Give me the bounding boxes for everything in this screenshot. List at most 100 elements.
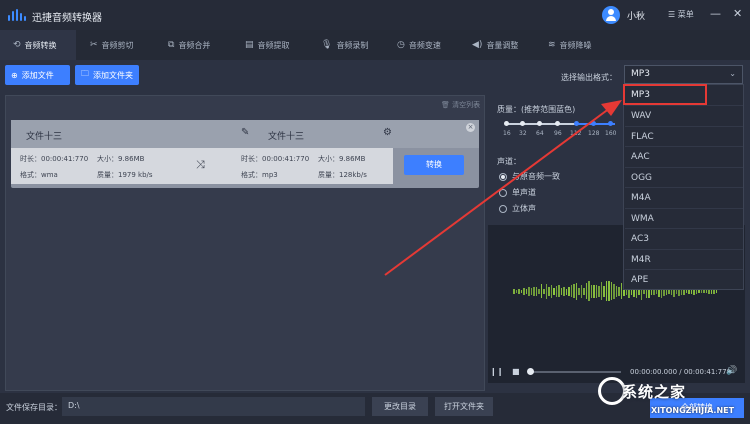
- tab-audio-merge[interactable]: ⧉ 音频合并: [168, 30, 210, 60]
- save-dir-label: 文件保存目录：: [6, 403, 62, 412]
- waveform-bar: [545, 283, 547, 299]
- format-option-ac3[interactable]: AC3: [631, 234, 649, 244]
- target-format: 格式：mp3: [241, 171, 278, 179]
- progress-knob[interactable]: [527, 368, 534, 375]
- save-dir-input[interactable]: D:\: [62, 397, 365, 416]
- waveform-bar: [515, 290, 517, 294]
- quality-tick[interactable]: [574, 121, 579, 126]
- format-option-wma[interactable]: WMA: [631, 214, 654, 224]
- waveform-bar: [570, 285, 572, 298]
- tab-audio-cut[interactable]: ✂ 音频剪切: [90, 30, 134, 60]
- progress-bar[interactable]: [531, 371, 621, 373]
- user-avatar-icon[interactable]: [602, 6, 620, 24]
- format-option-m4r[interactable]: M4R: [631, 255, 651, 265]
- format-option-aac[interactable]: AAC: [631, 152, 650, 162]
- quality-tick-label: 64: [536, 130, 544, 137]
- tab-label: 音频变速: [408, 40, 441, 50]
- stop-button[interactable]: ■: [512, 367, 520, 376]
- waveform-bar: [583, 288, 585, 295]
- format-dropdown: MP3 WAV FLAC AAC OGG M4A WMA AC3 M4R APE: [623, 84, 744, 290]
- channel-option-stereo[interactable]: 立体声: [499, 203, 536, 214]
- target-file-name: 文件十三: [268, 132, 305, 142]
- nav-bar: ⟲ 音频转换 ✂ 音频剪切 ⧉ 音频合并 ▤ 音频提取 🎙 音频录制 ◷ 音频变速 ◀) 音量…: [0, 30, 750, 60]
- gear-icon[interactable]: ⚙: [383, 127, 392, 138]
- minimize-button[interactable]: —: [710, 7, 721, 21]
- clear-list-label: 清空列表: [452, 101, 481, 109]
- format-option-flac[interactable]: FLAC: [631, 132, 654, 142]
- change-dir-button[interactable]: 更改目录: [372, 397, 428, 416]
- tab-label: 音频剪切: [101, 40, 134, 50]
- merge-icon: ⧉: [168, 40, 175, 50]
- waveform-bar: [588, 280, 590, 302]
- waveform-bar: [560, 288, 562, 296]
- dropdown-divider: [625, 228, 743, 229]
- waveform-bar: [605, 281, 607, 301]
- target-size: 大小：9.86MB: [318, 155, 366, 163]
- tab-label: 音频合并: [178, 40, 211, 50]
- source-quality: 质量：1979 kb/s: [97, 171, 153, 179]
- waveform-bar: [543, 289, 545, 295]
- waveform-bar: [573, 284, 575, 299]
- highlight-box: [623, 84, 707, 105]
- pause-button[interactable]: ❙❙: [490, 367, 503, 376]
- waveform-bar: [685, 290, 687, 294]
- tab-audio-record[interactable]: 🎙 音频录制: [321, 30, 368, 60]
- waveform-bar: [595, 284, 597, 298]
- quality-tick-label: 32: [519, 130, 527, 137]
- tab-audio-convert[interactable]: ⟲ 音频转换: [0, 30, 76, 60]
- waveform-bar: [600, 282, 602, 301]
- tab-audio-extract[interactable]: ▤ 音频提取: [245, 30, 290, 60]
- format-option-ogg[interactable]: OGG: [631, 173, 652, 183]
- dropdown-divider: [625, 269, 743, 270]
- waveform-bar: [578, 287, 580, 296]
- waveform-bar: [563, 286, 565, 297]
- dropdown-divider: [625, 208, 743, 209]
- quality-tick[interactable]: [504, 121, 509, 126]
- radio-checked-icon: [499, 172, 507, 181]
- format-select[interactable]: MP3 ⌄: [624, 65, 743, 84]
- noise-icon: ≋: [548, 40, 556, 50]
- add-folder-button[interactable]: 🗀 添加文件夹: [75, 65, 139, 85]
- close-icon[interactable]: ×: [466, 123, 475, 132]
- tab-label: 音频降噪: [559, 40, 592, 50]
- edit-icon[interactable]: ✎: [241, 127, 249, 138]
- tab-label: 音量调整: [486, 40, 519, 50]
- tab-volume-adjust[interactable]: ◀) 音量调整: [472, 30, 518, 60]
- clear-list-button[interactable]: 🗑 清空列表: [441, 100, 480, 110]
- waveform-bar: [513, 289, 515, 295]
- waveform-bar: [533, 286, 535, 297]
- close-button[interactable]: ✕: [733, 7, 742, 21]
- waveform-bar: [580, 285, 582, 298]
- convert-button[interactable]: 转换: [404, 155, 464, 175]
- tab-audio-speed[interactable]: ◷ 音频变速: [397, 30, 441, 60]
- waveform-bar: [575, 282, 577, 300]
- waveform-bar: [690, 289, 692, 294]
- quality-tick[interactable]: [537, 121, 542, 126]
- quality-tick[interactable]: [555, 121, 560, 126]
- target-duration: 时长：00:00:41:770: [241, 155, 310, 163]
- menu-button[interactable]: ☰ 菜单: [668, 9, 694, 20]
- add-file-button[interactable]: ⊕ 添加文件: [5, 65, 70, 85]
- open-folder-button[interactable]: 打开文件夹: [435, 397, 493, 416]
- waveform-bar: [700, 290, 702, 294]
- quality-tick[interactable]: [608, 121, 613, 126]
- waveform-bar: [540, 284, 542, 299]
- format-option-ape[interactable]: APE: [631, 275, 648, 285]
- channel-option-mono[interactable]: 单声道: [499, 187, 536, 198]
- dropdown-divider: [625, 167, 743, 168]
- dropdown-divider: [625, 249, 743, 250]
- format-option-m4a[interactable]: M4A: [631, 193, 651, 203]
- waveform-bar: [525, 289, 527, 295]
- app-logo-icon: [8, 9, 26, 21]
- tab-noise-reduction[interactable]: ≋ 音频降噪: [548, 30, 592, 60]
- radio-icon: [499, 188, 507, 197]
- channel-option-original[interactable]: 与原音频一致: [499, 171, 560, 182]
- waveform-bar: [598, 286, 600, 297]
- time-display: 00:00:00.000 / 00:00:41:770: [630, 368, 731, 376]
- volume-icon[interactable]: 🔊: [726, 366, 737, 376]
- quality-tick[interactable]: [520, 121, 525, 126]
- speed-icon: ◷: [397, 40, 405, 50]
- username[interactable]: 小秋: [627, 9, 645, 22]
- format-option-wav[interactable]: WAV: [631, 111, 651, 121]
- quality-tick[interactable]: [591, 121, 596, 126]
